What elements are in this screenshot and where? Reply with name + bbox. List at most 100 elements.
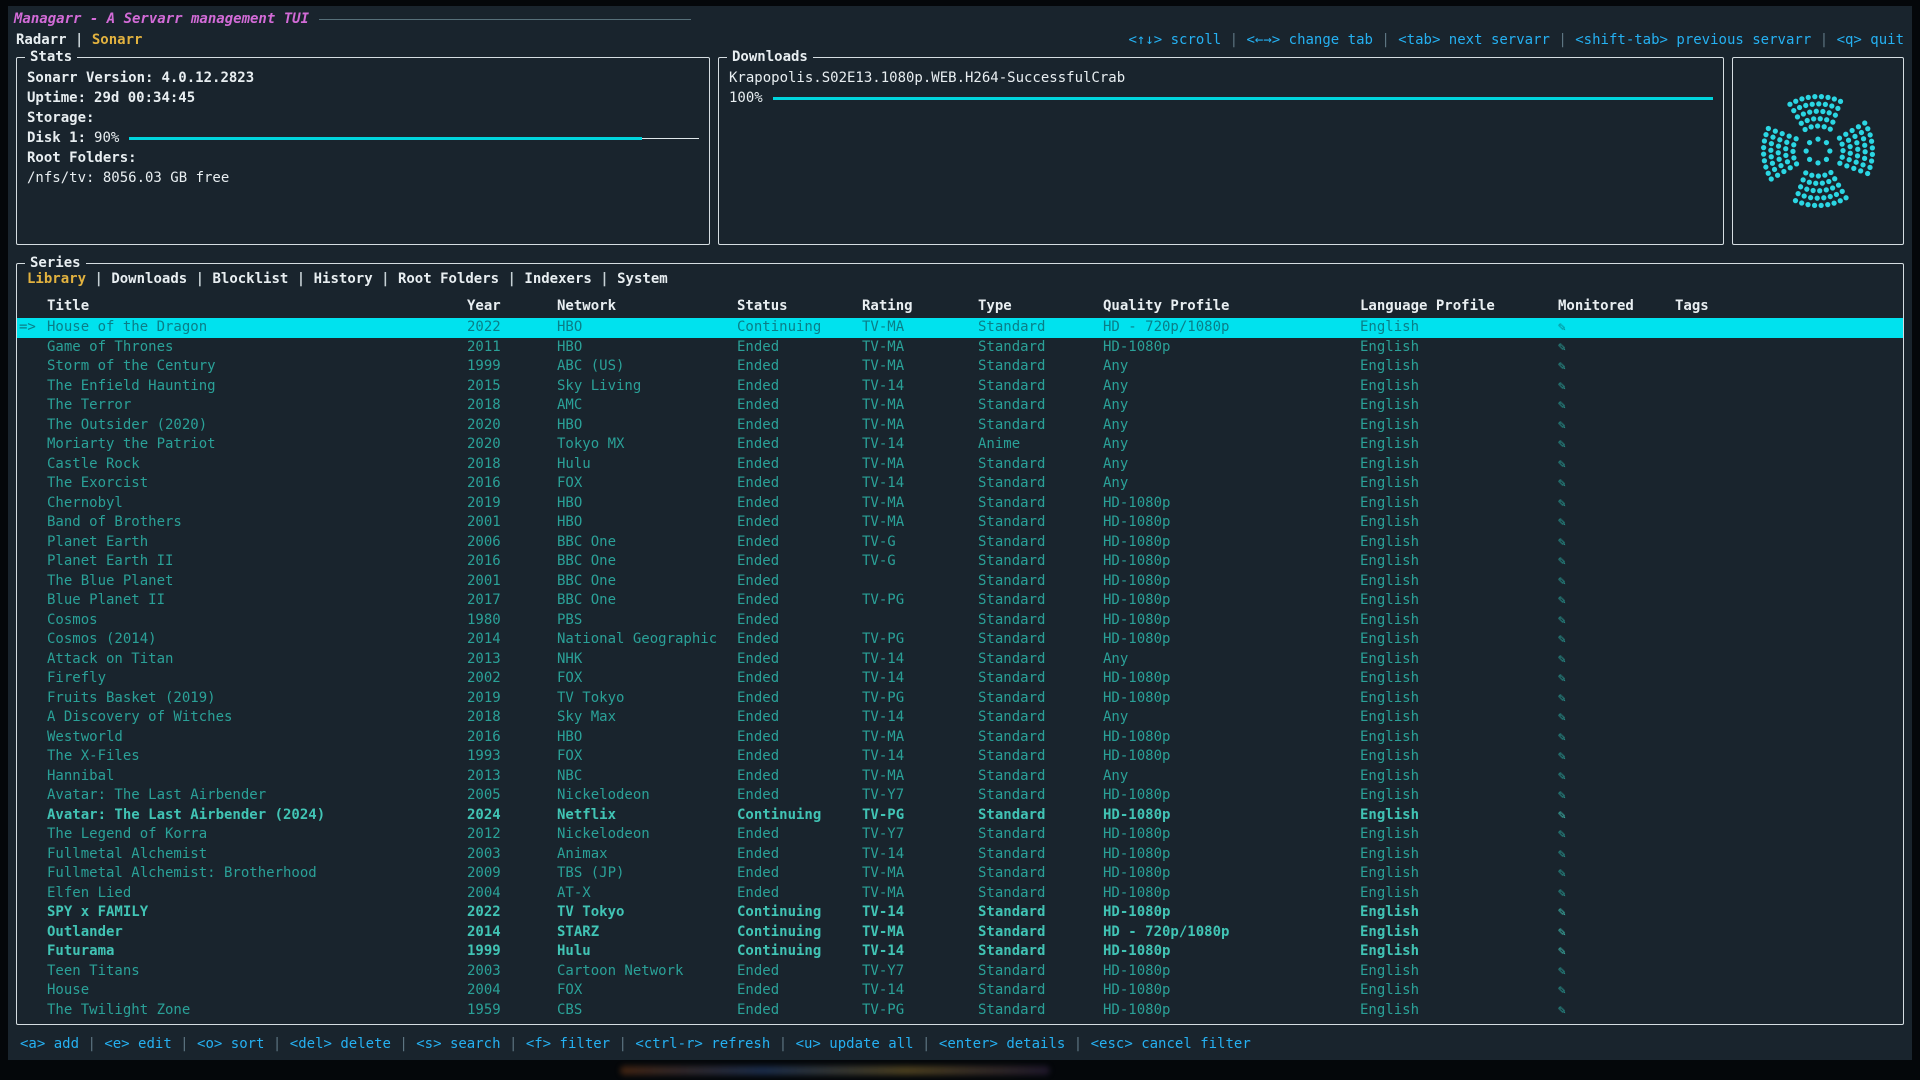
table-row[interactable]: Westworld 2016 HBO Ended TV-MA Standard … xyxy=(17,728,1903,748)
selected-row-marker xyxy=(19,357,47,377)
cell-title: Futurama xyxy=(47,942,467,962)
series-table-rows: => House of the Dragon 2022 HBO Continui… xyxy=(17,318,1903,1024)
tab-root-folders[interactable]: Root Folders xyxy=(398,271,499,287)
cell-network: BBC One xyxy=(557,533,737,553)
cell-language-profile: English xyxy=(1360,903,1558,923)
cell-rating: TV-MA xyxy=(862,884,978,904)
table-row[interactable]: Futurama 1999 Hulu Continuing TV-14 Stan… xyxy=(17,942,1903,962)
table-row[interactable]: The Legend of Korra 2012 Nickelodeon End… xyxy=(17,825,1903,845)
keybind-separator: | xyxy=(1811,32,1836,48)
table-row[interactable]: The Twilight Zone 1959 CBS Ended TV-PG S… xyxy=(17,1001,1903,1021)
table-row[interactable]: Fruits Basket (2019) 2019 TV Tokyo Ended… xyxy=(17,689,1903,709)
stats-panel: Stats Sonarr Version:4.0.12.2823 Uptime:… xyxy=(16,57,710,245)
table-row[interactable]: The Blue Planet 2001 BBC One Ended Stand… xyxy=(17,572,1903,592)
cell-type: Standard xyxy=(978,572,1103,592)
selected-row-marker xyxy=(19,552,47,572)
table-row[interactable]: Fullmetal Alchemist 2003 Animax Ended TV… xyxy=(17,845,1903,865)
stats-uptime-value: 29d 00:34:45 xyxy=(94,88,195,108)
cell-language-profile: English xyxy=(1360,981,1558,1001)
servarr-tab-bar: Radarr | Sonarr <↑↓> scroll | <←→> chang… xyxy=(8,28,1912,50)
cell-year: 2020 xyxy=(467,416,557,436)
cell-type: Standard xyxy=(978,806,1103,826)
table-row[interactable]: Castle Rock 2018 Hulu Ended TV-MA Standa… xyxy=(17,455,1903,475)
cell-title: Castle Rock xyxy=(47,455,467,475)
cell-quality-profile: Any xyxy=(1103,396,1360,416)
table-row[interactable]: Game of Thrones 2011 HBO Ended TV-MA Sta… xyxy=(17,338,1903,358)
cell-rating: TV-14 xyxy=(862,474,978,494)
monitored-icon: ✎ xyxy=(1558,884,1675,904)
table-row[interactable]: The Exorcist 2016 FOX Ended TV-14 Standa… xyxy=(17,474,1903,494)
table-row[interactable]: The Terror 2018 AMC Ended TV-MA Standard… xyxy=(17,396,1903,416)
table-row[interactable]: Attack on Titan 2013 NHK Ended TV-14 Sta… xyxy=(17,650,1903,670)
cell-status: Ended xyxy=(737,630,862,650)
cell-rating: TV-Y7 xyxy=(862,786,978,806)
cell-quality-profile: Any xyxy=(1103,357,1360,377)
stats-uptime-label: Uptime: xyxy=(27,88,86,108)
table-row[interactable]: Blue Planet II 2017 BBC One Ended TV-PG … xyxy=(17,591,1903,611)
cell-rating: TV-G xyxy=(862,552,978,572)
cell-tags xyxy=(1675,669,1901,689)
cell-year: 2002 xyxy=(467,669,557,689)
tab-history[interactable]: History xyxy=(314,271,373,287)
cell-year: 2014 xyxy=(467,923,557,943)
cell-status: Continuing xyxy=(737,903,862,923)
table-row[interactable]: Outlander 2014 STARZ Continuing TV-MA St… xyxy=(17,923,1903,943)
cell-type: Standard xyxy=(978,494,1103,514)
tab-downloads[interactable]: Downloads xyxy=(111,271,187,287)
table-row[interactable]: Planet Earth 2006 BBC One Ended TV-G Sta… xyxy=(17,533,1903,553)
cell-quality-profile: HD-1080p xyxy=(1103,630,1360,650)
tab-blocklist[interactable]: Blocklist xyxy=(212,271,288,287)
tab-library[interactable]: Library xyxy=(27,271,86,287)
table-row[interactable]: Fullmetal Alchemist: Brotherhood 2009 TB… xyxy=(17,864,1903,884)
tab-indexers[interactable]: Indexers xyxy=(524,271,591,287)
table-row[interactable]: A Discovery of Witches 2018 Sky Max Ende… xyxy=(17,708,1903,728)
table-row[interactable]: The Outsider (2020) 2020 HBO Ended TV-MA… xyxy=(17,416,1903,436)
table-row[interactable]: Storm of the Century 1999 ABC (US) Ended… xyxy=(17,357,1903,377)
table-row[interactable]: Firefly 2002 FOX Ended TV-14 Standard HD… xyxy=(17,669,1903,689)
cell-type: Standard xyxy=(978,630,1103,650)
table-row[interactable]: Hannibal 2013 NBC Ended TV-MA Standard A… xyxy=(17,767,1903,787)
tab-sonarr[interactable]: Sonarr xyxy=(92,32,143,48)
keybind-separator: | xyxy=(79,1036,104,1052)
table-row[interactable]: Cosmos (2014) 2014 National Geographic E… xyxy=(17,630,1903,650)
cell-network: FOX xyxy=(557,981,737,1001)
cell-tags xyxy=(1675,1001,1901,1021)
cell-type: Standard xyxy=(978,864,1103,884)
cell-language-profile: English xyxy=(1360,962,1558,982)
cell-quality-profile: HD-1080p xyxy=(1103,669,1360,689)
tab-radarr[interactable]: Radarr xyxy=(16,32,67,48)
title-rule-line xyxy=(319,19,691,20)
cell-tags xyxy=(1675,845,1901,865)
tab-system[interactable]: System xyxy=(617,271,668,287)
table-row[interactable]: Moriarty the Patriot 2020 Tokyo MX Ended… xyxy=(17,435,1903,455)
column-header-rating: Rating xyxy=(862,294,978,318)
table-row[interactable]: Avatar: The Last Airbender 2005 Nickelod… xyxy=(17,786,1903,806)
cell-quality-profile: Any xyxy=(1103,650,1360,670)
cell-tags xyxy=(1675,747,1901,767)
keybind-hint: <u> update all xyxy=(796,1036,914,1052)
selected-row-marker xyxy=(19,708,47,728)
cell-network: TV Tokyo xyxy=(557,903,737,923)
table-row[interactable]: Avatar: The Last Airbender (2024) 2024 N… xyxy=(17,806,1903,826)
table-row[interactable]: SPY x FAMILY 2022 TV Tokyo Continuing TV… xyxy=(17,903,1903,923)
selected-row-marker xyxy=(19,513,47,533)
table-row[interactable]: Cosmos 1980 PBS Ended Standard HD-1080p … xyxy=(17,611,1903,631)
disk-percent: 90% xyxy=(94,128,119,148)
cell-rating xyxy=(862,572,978,592)
cell-quality-profile: HD-1080p xyxy=(1103,825,1360,845)
table-row[interactable]: Chernobyl 2019 HBO Ended TV-MA Standard … xyxy=(17,494,1903,514)
cell-year: 2001 xyxy=(467,572,557,592)
table-row[interactable]: The Enfield Haunting 2015 Sky Living End… xyxy=(17,377,1903,397)
table-row[interactable]: => House of the Dragon 2022 HBO Continui… xyxy=(17,318,1903,338)
cell-language-profile: English xyxy=(1360,728,1558,748)
table-row[interactable]: Band of Brothers 2001 HBO Ended TV-MA St… xyxy=(17,513,1903,533)
cell-type: Standard xyxy=(978,962,1103,982)
table-row[interactable]: House 2004 FOX Ended TV-14 Standard HD-1… xyxy=(17,981,1903,1001)
table-row[interactable]: Elfen Lied 2004 AT-X Ended TV-MA Standar… xyxy=(17,884,1903,904)
cell-tags xyxy=(1675,884,1901,904)
table-row[interactable]: Teen Titans 2003 Cartoon Network Ended T… xyxy=(17,962,1903,982)
table-row[interactable]: Planet Earth II 2016 BBC One Ended TV-G … xyxy=(17,552,1903,572)
cell-title: Cosmos (2014) xyxy=(47,630,467,650)
table-row[interactable]: The X-Files 1993 FOX Ended TV-14 Standar… xyxy=(17,747,1903,767)
monitored-icon: ✎ xyxy=(1558,981,1675,1001)
